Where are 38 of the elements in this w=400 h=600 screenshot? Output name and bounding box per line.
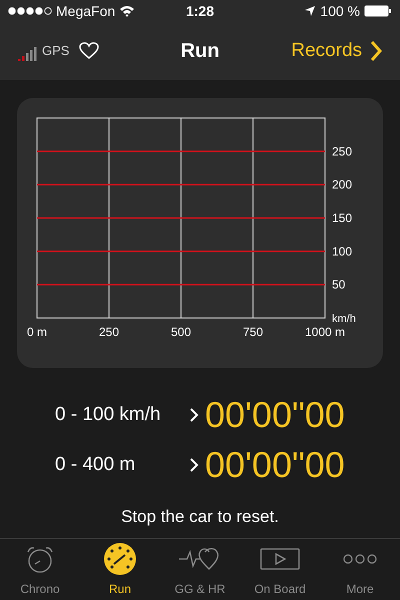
screen-title: Run [180,39,220,64]
x-tick-label: 1000 m [304,325,346,339]
y-axis-label: km/h [332,313,356,325]
clock-time: 1:28 [186,2,214,20]
battery-percent: 100 % [320,2,360,20]
interval-label: 0 - 100 km/h [55,402,162,427]
elapsed-time: 00'00"00 [205,393,345,437]
y-tick-label: 150 [332,211,352,225]
tab-bar-item[interactable]: GG & HR [160,539,240,600]
x-tick-label: 0 m [27,325,48,339]
play-screen-icon [260,548,300,570]
gps-label: GPS [42,42,70,60]
tab-bar-item[interactable]: More [320,539,400,600]
x-tick-label: 250 [98,325,120,339]
chevron-right-icon [189,407,199,423]
y-tick-label: 100 [332,244,352,258]
carrier-name: MegaFon [56,2,116,21]
chevron-right-icon [189,457,199,473]
heart-icon[interactable] [79,42,100,60]
records-link[interactable]: Records [291,36,382,66]
more-icon [343,554,377,564]
y-tick-label: 250 [332,144,352,158]
battery-icon [364,5,392,17]
x-tick-label: 500 [170,325,192,339]
reset-hint: Stop the car to reset. [121,506,279,528]
tab-bar-item[interactable]: Run [80,539,160,600]
x-tick-label: 750 [242,325,264,339]
y-tick-label: 200 [332,178,352,192]
elapsed-time: 00'00"00 [205,443,345,487]
y-tick-label: 50 [332,278,346,292]
wifi-icon [119,5,136,17]
chevron-right-icon [370,40,382,62]
tab-bar-item[interactable]: Chrono [0,539,80,600]
speedometer-icon [103,542,137,576]
location-arrow-icon [304,5,316,17]
interval-label: 0 - 400 m [55,452,136,477]
cell-signal-icon [8,7,52,15]
tab-bar-item[interactable]: On Board [240,539,320,600]
